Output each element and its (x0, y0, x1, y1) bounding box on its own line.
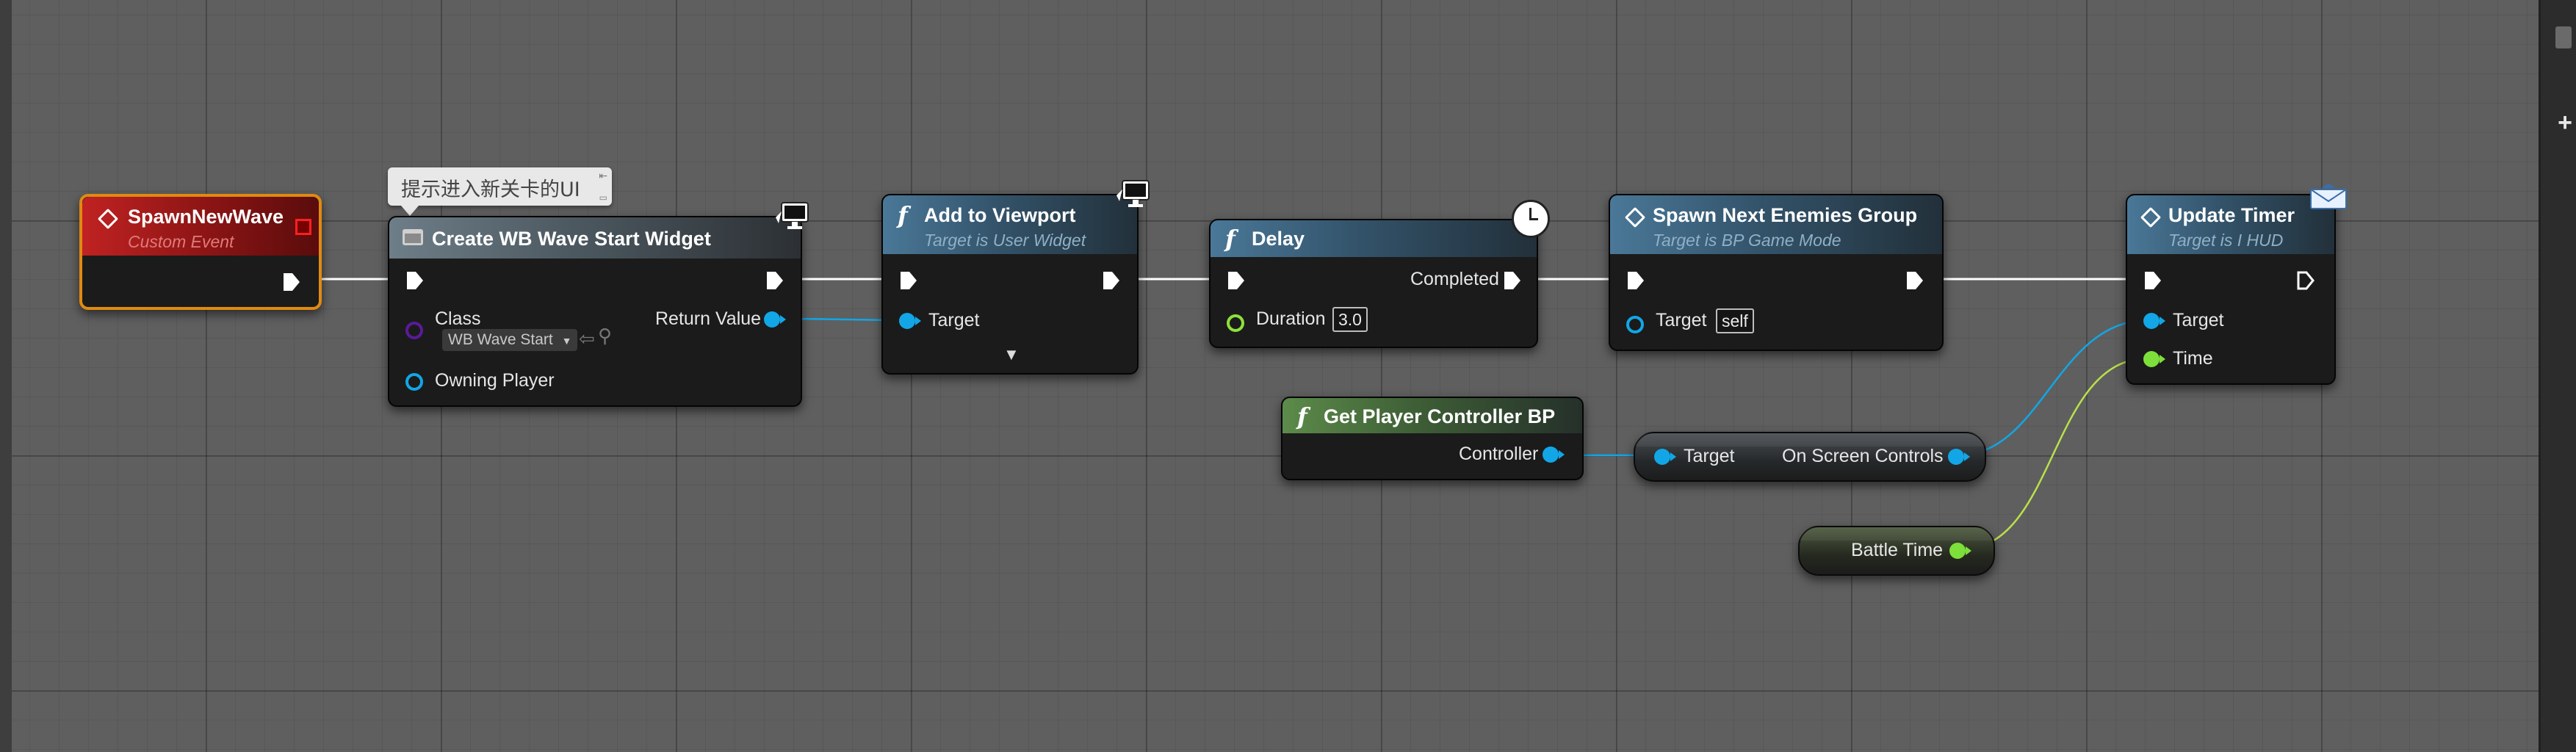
node-subtitle: Target is I HUD (2168, 231, 2284, 250)
controller-label: Controller (1459, 444, 1539, 464)
pin-arrow-icon (1559, 450, 1565, 459)
on-screen-controls-pin[interactable] (1948, 449, 1964, 465)
battle-time-pin[interactable] (1949, 543, 1966, 559)
time-label: Time (2173, 348, 2213, 369)
return-value-pin[interactable] (764, 311, 780, 328)
node-delay[interactable]: f Delay Completed Duration 3.0 (1209, 219, 1538, 348)
time-pin[interactable] (2143, 351, 2160, 367)
target-label: Target (928, 310, 980, 330)
return-value-label: Return Value (655, 308, 762, 329)
exec-output-pin[interactable] (282, 272, 301, 292)
owning-player-label: Owning Player (435, 370, 555, 391)
float-wire (1960, 357, 2149, 551)
target-input[interactable]: self (1716, 308, 1754, 333)
pin-comment-icon[interactable]: ⇤ (599, 170, 607, 182)
battle-time-label: Battle Time (1851, 540, 1944, 560)
exec-input-pin[interactable] (899, 270, 918, 291)
class-label: Class (435, 308, 481, 329)
exec-output-pin[interactable] (1503, 270, 1522, 291)
comment-bubble-toggle-icon[interactable]: ▭ (599, 192, 607, 203)
pin-arrow-icon (1964, 452, 1970, 461)
node-subtitle: Target is BP Game Mode (1653, 231, 1841, 250)
target-pin[interactable] (899, 313, 915, 329)
node-title: SpawnNewWave (128, 206, 284, 228)
function-icon: f (898, 201, 908, 229)
use-selected-asset-icon[interactable]: ⇦ (579, 328, 595, 350)
owning-player-pin[interactable] (405, 373, 423, 391)
node-title: Update Timer (2168, 204, 2295, 226)
pin-arrow-icon (1966, 546, 1971, 555)
target-label: Target (2173, 310, 2224, 330)
exec-input-pin[interactable] (1626, 270, 1645, 291)
duration-label: Duration (1256, 308, 1326, 329)
controller-pin[interactable] (1543, 446, 1559, 463)
chevron-down-icon: ▼ (561, 335, 572, 347)
pin-arrow-icon (2160, 317, 2165, 325)
node-subtitle: Target is User Widget (924, 231, 1086, 250)
node-get-player-controller[interactable]: f Get Player Controller BP Controller (1281, 397, 1584, 480)
expand-advanced-icon[interactable]: ▼ (1003, 345, 1020, 364)
target-label: Target (1684, 446, 1735, 466)
node-battle-time[interactable]: Battle Time (1798, 526, 1995, 576)
node-title: Spawn Next Enemies Group (1653, 204, 1918, 226)
exec-input-pin[interactable] (2143, 270, 2162, 291)
function-icon: f (1297, 402, 1307, 430)
target-label: Target (1656, 310, 1707, 330)
exec-output-pin[interactable] (765, 270, 784, 291)
target-pin[interactable] (1654, 449, 1670, 465)
pin-arrow-icon (780, 315, 786, 324)
node-spawn-next-enemies[interactable]: Spawn Next Enemies Group Target is BP Ga… (1609, 194, 1944, 351)
message-envelope-icon (2310, 184, 2347, 209)
node-title: Create WB Wave Start Widget (432, 228, 711, 250)
exec-output-pin[interactable] (1102, 270, 1121, 291)
node-add-to-viewport[interactable]: f Add to Viewport Target is User Widget … (881, 194, 1139, 375)
node-title: Add to Viewport (924, 204, 1076, 226)
pin-arrow-icon (1670, 452, 1676, 461)
duration-pin[interactable] (1227, 314, 1244, 332)
class-pin[interactable] (405, 322, 423, 339)
node-create-widget[interactable]: Create WB Wave Start Widget Class WB Wav… (388, 216, 802, 407)
client-only-icon (776, 202, 809, 229)
delegate-pin[interactable] (295, 219, 311, 235)
node-update-timer[interactable]: Update Timer Target is I HUD Target Time (2126, 194, 2336, 385)
duration-input[interactable]: 3.0 (1332, 307, 1368, 332)
browse-asset-icon[interactable]: ⚲ (598, 325, 612, 347)
exec-output-pin[interactable] (1905, 270, 1924, 291)
object-wire (1957, 319, 2149, 457)
target-pin[interactable] (2143, 313, 2160, 329)
widget-icon (403, 229, 423, 245)
completed-label: Completed (1410, 269, 1499, 289)
class-dropdown[interactable]: WB Wave Start ▼ (442, 329, 578, 351)
node-spawn-new-wave[interactable]: SpawnNewWave Custom Event (79, 194, 322, 310)
latent-clock-icon (1512, 200, 1550, 238)
exec-input-pin[interactable] (1227, 270, 1246, 291)
exec-input-pin[interactable] (405, 270, 425, 291)
node-comment[interactable]: 提示进入新关卡的UI ⇤ ▭ (388, 167, 612, 216)
on-screen-controls-label: On Screen Controls (1782, 446, 1944, 466)
function-icon: f (1225, 225, 1235, 253)
node-title: Get Player Controller BP (1324, 405, 1556, 427)
target-pin[interactable] (1626, 316, 1644, 333)
node-subtitle: Custom Event (128, 232, 234, 251)
class-dropdown-value: WB Wave Start (448, 331, 553, 348)
exec-output-pin[interactable] (2296, 270, 2315, 291)
node-on-screen-controls[interactable]: Target On Screen Controls (1634, 432, 1986, 482)
node-title: Delay (1252, 228, 1305, 250)
comment-text: 提示进入新关卡的UI (401, 178, 580, 201)
pin-arrow-icon (2160, 355, 2165, 364)
client-only-icon (1116, 180, 1150, 207)
pin-arrow-icon (915, 317, 921, 325)
